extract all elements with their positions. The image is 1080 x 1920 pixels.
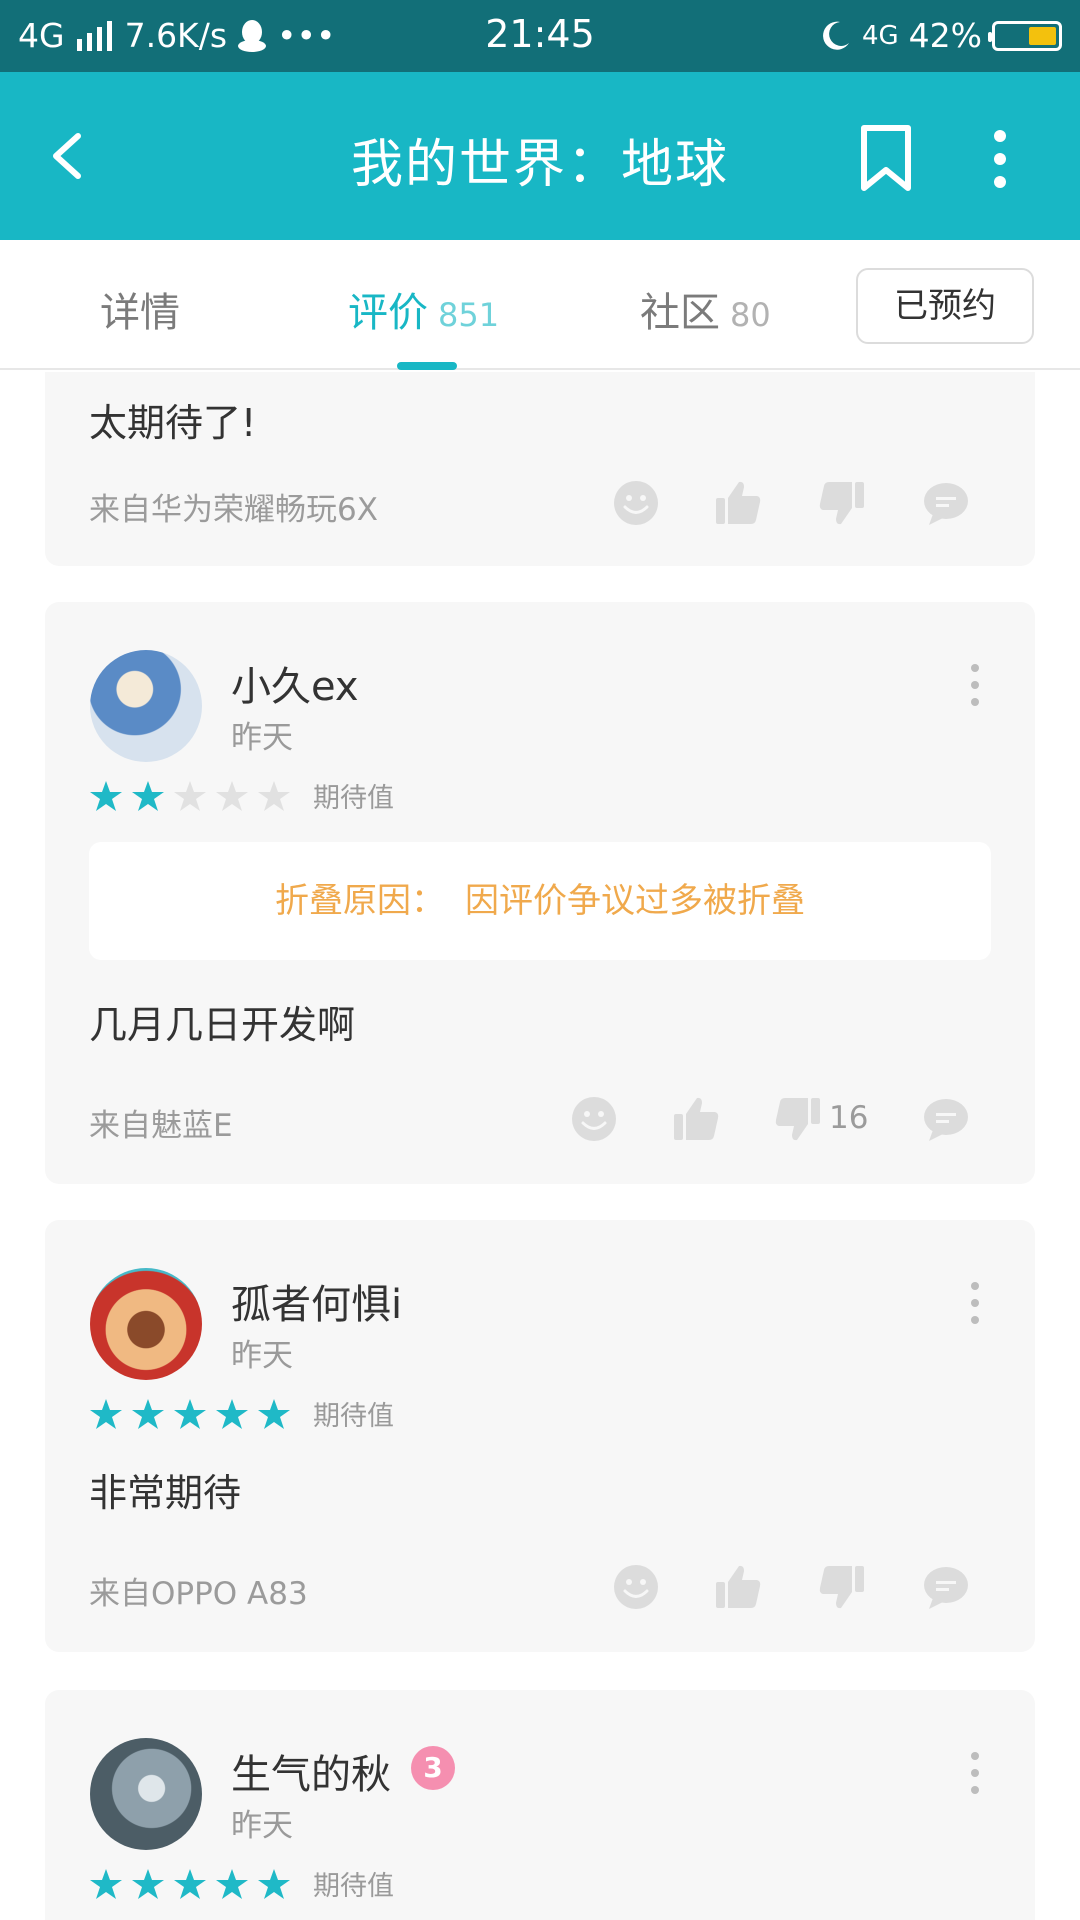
review-card: 太期待了! 来自华为荣耀畅玩6X <box>45 372 1035 566</box>
star-filled-icon <box>216 1398 248 1429</box>
star-filled-icon <box>258 1868 290 1899</box>
star-filled-icon <box>132 1868 164 1899</box>
review-device: 来自华为荣耀畅玩6X <box>89 492 378 528</box>
user-name[interactable]: 孤者何惧i <box>231 1272 402 1330</box>
star-filled-icon <box>132 1398 164 1429</box>
thumbs-up-icon[interactable] <box>713 478 763 528</box>
thumbs-up-icon[interactable] <box>671 1094 721 1144</box>
thumbs-up-icon[interactable] <box>713 1562 763 1612</box>
comment-icon[interactable] <box>921 1094 971 1144</box>
app-bar: 我的世界：地球 <box>0 72 1080 240</box>
review-time: 昨天 <box>231 720 293 756</box>
comment-icon[interactable] <box>921 1562 971 1612</box>
emoji-icon[interactable] <box>611 1562 661 1612</box>
star-filled-icon <box>132 780 164 811</box>
battery-percent: 42% <box>908 16 982 55</box>
tab-reviews-label: 评价 <box>348 290 428 336</box>
star-filled-icon <box>216 1868 248 1899</box>
tab-reviews[interactable]: 评价 851 <box>348 280 499 338</box>
star-filled-icon <box>258 1398 290 1429</box>
rating-label: 期待值 <box>313 783 394 814</box>
thumbs-down-icon[interactable] <box>817 1562 867 1612</box>
user-avatar[interactable] <box>90 650 202 762</box>
tab-community-label: 社区 <box>640 290 720 336</box>
review-card: 孤者何惧i 昨天 期待值 非常期待 来自OPPO A83 <box>45 1220 1035 1652</box>
user-name[interactable]: 小久ex <box>231 654 359 712</box>
star-filled-icon <box>90 1868 122 1899</box>
user-avatar[interactable] <box>90 1268 202 1380</box>
review-device: 来自魅蓝E <box>89 1108 233 1144</box>
thumbs-down-icon[interactable] <box>817 478 867 528</box>
fold-label: 折叠原因： <box>275 881 445 921</box>
review-text: 太期待了! <box>89 401 257 445</box>
more-options-icon[interactable] <box>980 124 1020 194</box>
star-empty-icon <box>174 780 206 811</box>
emoji-icon[interactable] <box>611 478 661 528</box>
rating-stars: 期待值 <box>89 1864 394 1903</box>
review-feed[interactable]: 太期待了! 来自华为荣耀畅玩6X 小久ex 昨天 期待值 折叠原因： 因评价争议… <box>0 372 1080 1920</box>
review-time: 昨天 <box>231 1808 293 1844</box>
review-device: 来自OPPO A83 <box>89 1576 308 1612</box>
card-more-icon[interactable] <box>965 1278 985 1328</box>
card-more-icon[interactable] <box>965 1748 985 1798</box>
rating-stars: 期待值 <box>89 776 394 815</box>
star-filled-icon <box>174 1398 206 1429</box>
dislike-count: 16 <box>829 1100 869 1136</box>
star-filled-icon <box>90 1398 122 1429</box>
review-text: 非常期待 <box>89 1471 242 1515</box>
reserved-button[interactable]: 已预约 <box>856 268 1034 344</box>
moon-icon <box>822 21 849 50</box>
network-right-label: 4G <box>861 20 899 51</box>
rating-label: 期待值 <box>313 1401 394 1432</box>
fold-notice[interactable]: 折叠原因： 因评价争议过多被折叠 <box>89 842 991 960</box>
fold-reason: 因评价争议过多被折叠 <box>465 881 805 921</box>
tab-reviews-count: 851 <box>438 296 500 334</box>
review-card: 小久ex 昨天 期待值 折叠原因： 因评价争议过多被折叠 几月几日开发啊 来自魅蓝… <box>45 602 1035 1184</box>
star-filled-icon <box>90 780 122 811</box>
tab-community[interactable]: 社区 80 <box>640 280 771 338</box>
review-card: 生气的秋 3 昨天 期待值 <box>45 1690 1035 1920</box>
tab-community-count: 80 <box>730 296 771 334</box>
active-tab-indicator <box>397 362 457 370</box>
status-right: 4G 42% <box>818 16 1062 55</box>
bookmark-icon[interactable] <box>856 124 916 194</box>
user-avatar[interactable] <box>90 1738 202 1850</box>
comment-icon[interactable] <box>921 478 971 528</box>
star-empty-icon <box>216 780 248 811</box>
card-more-icon[interactable] <box>965 660 985 710</box>
battery-icon <box>988 20 1062 51</box>
star-filled-icon <box>174 1868 206 1899</box>
review-time: 昨天 <box>231 1338 293 1374</box>
emoji-icon[interactable] <box>569 1094 619 1144</box>
star-empty-icon <box>258 780 290 811</box>
review-text: 几月几日开发啊 <box>89 1003 356 1047</box>
thumbs-down-icon[interactable] <box>773 1094 823 1144</box>
user-name[interactable]: 生气的秋 <box>231 1742 391 1800</box>
page-title: 我的世界：地球 <box>350 135 729 195</box>
rating-stars: 期待值 <box>89 1394 394 1433</box>
tab-details[interactable]: 详情 <box>100 280 180 338</box>
tab-details-label: 详情 <box>100 290 180 336</box>
level-badge: 3 <box>411 1746 455 1790</box>
status-bar: 4G 7.6K/s ••• 21:45 4G 42% <box>0 0 1080 72</box>
rating-label: 期待值 <box>313 1871 394 1902</box>
